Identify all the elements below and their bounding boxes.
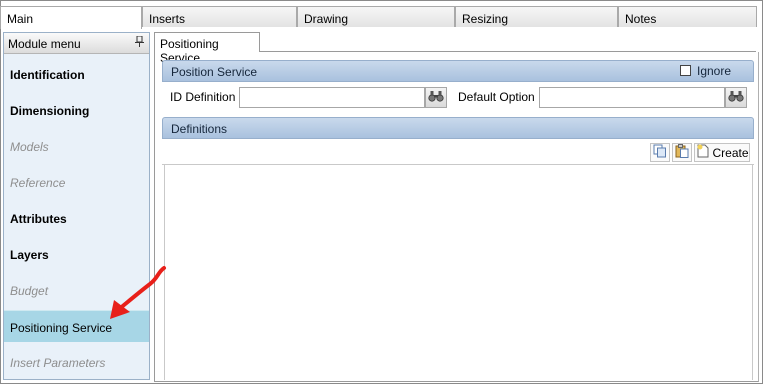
tab-notes-label: Notes <box>625 12 657 26</box>
sidebar-item-label: Models <box>10 140 49 154</box>
sidebar-item-label: Dimensioning <box>10 104 90 118</box>
id-definition-input[interactable] <box>239 87 425 108</box>
ignore-label: Ignore <box>697 64 732 78</box>
sidebar-item-label: Positioning Service <box>10 321 113 335</box>
tab-drawing-label: Drawing <box>304 12 349 26</box>
ignore-checkbox[interactable] <box>680 65 691 76</box>
tab-positioning-service[interactable]: Positioning Service <box>154 32 260 65</box>
tab-inserts[interactable]: Inserts <box>142 6 297 27</box>
definitions-title: Definitions <box>171 122 228 136</box>
sidebar-item-label: Insert Parameters <box>10 356 106 370</box>
tab-inserts-label: Inserts <box>149 12 186 26</box>
tab-resizing[interactable]: Resizing <box>455 6 618 27</box>
module-menu-header: Module menu <box>4 33 149 54</box>
new-document-icon <box>697 144 709 161</box>
copy-icon <box>653 144 667 161</box>
sidebar-item-label: Layers <box>10 248 49 262</box>
binoculars-icon <box>728 90 744 105</box>
default-option-find-button[interactable] <box>725 87 747 108</box>
sidebar-item-identification[interactable]: Identification <box>4 58 149 90</box>
create-button-label: Create <box>712 145 749 160</box>
tab-notes[interactable]: Notes <box>618 6 757 27</box>
binoculars-icon <box>428 90 444 105</box>
default-option-label: Default Option <box>458 90 535 104</box>
id-definition-find-button[interactable] <box>425 87 447 108</box>
tab-main[interactable]: Main <box>0 6 142 29</box>
copy-button[interactable] <box>650 143 670 162</box>
create-button[interactable]: Create <box>694 143 750 162</box>
sidebar-item-reference[interactable]: Reference <box>4 166 149 198</box>
id-definition-label: ID Definition <box>170 90 236 104</box>
sidebar-item-models[interactable]: Models <box>4 130 149 162</box>
default-option-input[interactable] <box>539 87 725 108</box>
sidebar-item-attributes[interactable]: Attributes <box>4 202 149 234</box>
position-service-header: Position Service <box>162 60 754 82</box>
definitions-header: Definitions <box>162 117 754 139</box>
top-tab-strip: Main Inserts Drawing Resizing Notes <box>0 6 757 29</box>
tab-main-label: Main <box>7 12 34 26</box>
sidebar-item-label: Attributes <box>10 212 67 226</box>
sidebar-item-insert-parameters[interactable]: Insert Parameters <box>4 346 149 378</box>
sidebar-item-label: Budget <box>10 284 49 298</box>
position-service-title: Position Service <box>171 65 258 79</box>
paste-button[interactable] <box>672 143 692 162</box>
annotation-arrow-icon <box>110 266 166 319</box>
sidebar-item-label: Identification <box>10 68 85 82</box>
module-menu-title: Module menu <box>8 37 81 51</box>
tab-drawing[interactable]: Drawing <box>297 6 455 27</box>
tab-resizing-label: Resizing <box>462 12 509 26</box>
sidebar-item-label: Reference <box>10 176 66 190</box>
definitions-list[interactable] <box>164 165 753 380</box>
paste-icon <box>675 144 689 161</box>
module-menu: Module menu Identification Dimensioning … <box>3 32 150 380</box>
sidebar-item-dimensioning[interactable]: Dimensioning <box>4 94 149 126</box>
pin-icon[interactable] <box>135 35 144 50</box>
